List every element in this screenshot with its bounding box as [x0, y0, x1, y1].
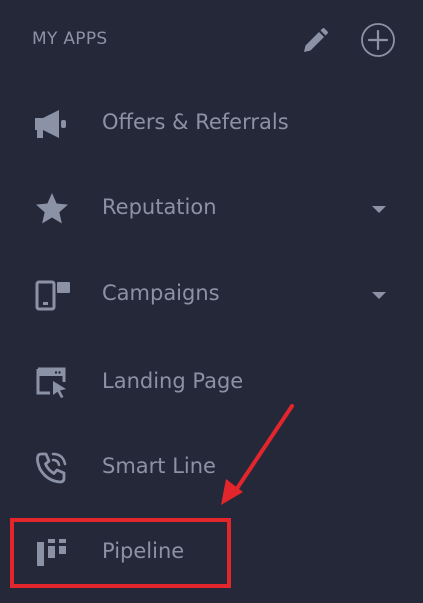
chevron-down-icon[interactable]	[370, 289, 388, 301]
devices-icon	[32, 277, 72, 313]
star-icon	[32, 191, 72, 227]
nav-item-landing-page[interactable]: Landing Page	[0, 353, 423, 413]
browser-cursor-icon	[32, 365, 72, 401]
section-title: MY APPS	[32, 29, 108, 49]
add-app-button[interactable]	[360, 22, 396, 58]
nav-item-campaigns[interactable]: Campaigns	[0, 265, 423, 325]
nav-item-label: Offers & Referrals	[102, 110, 289, 134]
edit-button[interactable]	[300, 26, 330, 56]
nav-item-smart-line[interactable]: Smart Line	[0, 438, 423, 498]
annotation-highlight-box	[10, 518, 231, 588]
nav-item-label: Reputation	[102, 195, 217, 219]
phone-icon	[32, 450, 72, 486]
nav-item-label: Smart Line	[102, 454, 216, 478]
chevron-down-icon[interactable]	[370, 203, 388, 215]
megaphone-icon	[32, 106, 72, 142]
my-apps-header: MY APPS	[0, 0, 423, 80]
nav-item-reputation[interactable]: Reputation	[0, 179, 423, 239]
nav-item-label: Landing Page	[102, 369, 244, 393]
nav-item-offers-referrals[interactable]: Offers & Referrals	[0, 94, 423, 154]
nav-item-label: Campaigns	[102, 281, 220, 305]
pencil-icon	[304, 28, 328, 52]
plus-circle-icon	[361, 23, 395, 57]
